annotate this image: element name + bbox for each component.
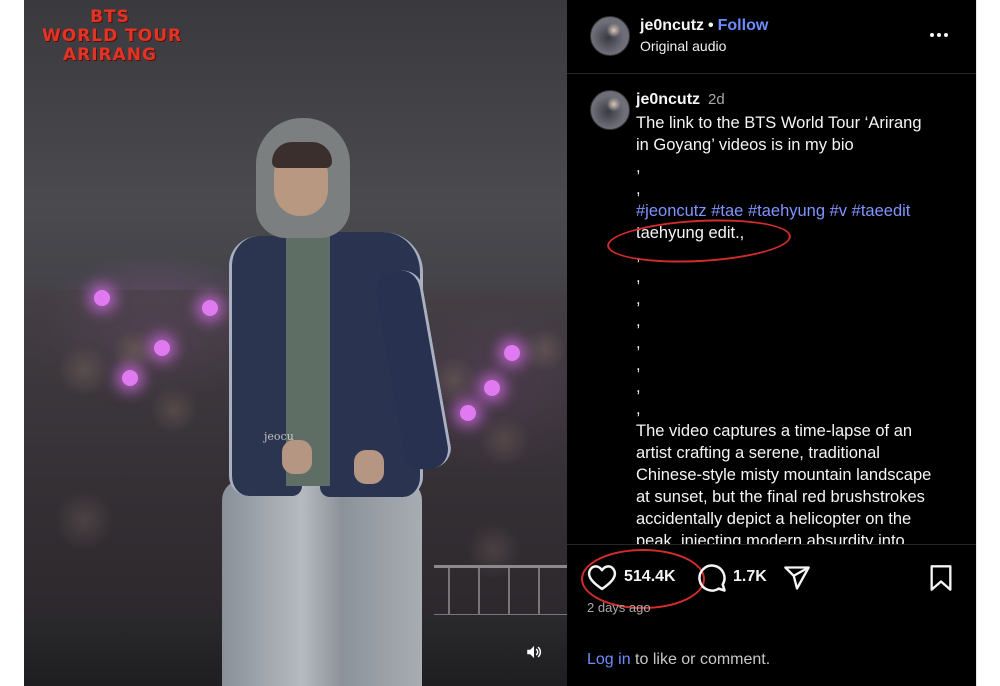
heart-icon[interactable] [587, 563, 617, 591]
caption-line: , [636, 180, 641, 198]
caption-line: , [636, 356, 641, 374]
post-container: BTS WORLD TOUR ARIRANG jeocu je0ncutz • Fo… [24, 0, 976, 686]
caption-header: je0ncutz 2d [636, 91, 725, 109]
audio-label[interactable]: Original audio [640, 38, 726, 54]
header-username[interactable]: je0ncutz [640, 17, 704, 34]
tour-logo: BTS WORLD TOUR ARIRANG [42, 7, 183, 65]
caption-text: The link to the BTS World Tour ‘Arirang … [636, 112, 966, 544]
caption-line: , [636, 290, 641, 308]
tour-logo-line: WORLD TOUR [42, 26, 183, 46]
caption-line: accidentally depict a helicopter on the [636, 510, 912, 528]
caption-line: in Goyang’ videos is in my bio [636, 136, 854, 154]
caption-line: , [636, 400, 641, 418]
video-player[interactable]: BTS WORLD TOUR ARIRANG jeocu [24, 0, 567, 686]
caption-line: , [636, 334, 641, 352]
hashtag-link[interactable]: #taehyung [748, 202, 825, 220]
avatar[interactable] [590, 16, 630, 56]
caption-line: The video captures a time-lapse of an [636, 422, 913, 440]
hashtag-link[interactable]: #tae [711, 202, 743, 220]
separator-dot: • [708, 17, 714, 34]
caption-area: je0ncutz 2d The link to the BTS World Tou… [567, 74, 976, 544]
speaker-icon[interactable] [521, 639, 547, 665]
performer-hand [354, 450, 384, 484]
caption-line: artist crafting a serene, traditional [636, 444, 880, 462]
login-link[interactable]: Log in [587, 651, 631, 668]
bookmark-icon[interactable] [928, 564, 954, 592]
caption-username[interactable]: je0ncutz [636, 91, 700, 108]
like-count[interactable]: 514.4K [624, 568, 676, 586]
performer [24, 0, 567, 686]
tour-logo-line: ARIRANG [62, 45, 157, 65]
comment-count[interactable]: 1.7K [733, 568, 767, 586]
performer-hair [272, 142, 332, 168]
video-watermark: jeocu [264, 430, 294, 443]
caption-line: at sunset, but the final red brushstroke… [636, 488, 925, 506]
caption-line: , [636, 378, 641, 396]
hashtag-link[interactable]: #jeoncutz [636, 202, 707, 220]
follow-button[interactable]: Follow [718, 17, 769, 34]
hashtag-link[interactable]: #taeedit [852, 202, 911, 220]
header-user-row: je0ncutz • Follow [640, 17, 768, 35]
caption-line: , [636, 312, 641, 330]
caption-line: Chinese-style misty mountain landscape [636, 466, 932, 484]
login-prompt: Log in to like or comment. [587, 651, 770, 669]
login-suffix: to like or comment. [630, 651, 771, 668]
performer-hand [282, 440, 312, 474]
hashtag-link[interactable]: #v [830, 202, 847, 220]
tour-logo-line: BTS [90, 7, 130, 27]
caption-line: The link to the BTS World Tour ‘Arirang [636, 114, 922, 132]
caption-line: , [636, 268, 641, 286]
action-bar: 514.4K 1.7K 2 days ago Log in to like or… [567, 544, 976, 686]
hashtag-row: #jeoncutz #tae #taehyung #v #taeedit [636, 200, 966, 222]
caption-line: peak, injecting modern absurdity into [636, 532, 905, 544]
send-icon[interactable] [783, 564, 811, 592]
caption-time[interactable]: 2d [708, 91, 725, 108]
post-side-panel: je0ncutz • Follow Original audio je0ncutz 2… [567, 0, 976, 686]
post-age[interactable]: 2 days ago [587, 600, 651, 615]
avatar[interactable] [590, 90, 630, 130]
performer-pants [222, 480, 422, 686]
more-options-icon[interactable] [924, 22, 954, 48]
comment-icon[interactable] [697, 563, 727, 593]
divider [976, 0, 977, 686]
post-header: je0ncutz • Follow Original audio [567, 0, 976, 74]
caption-line: , [636, 158, 641, 176]
